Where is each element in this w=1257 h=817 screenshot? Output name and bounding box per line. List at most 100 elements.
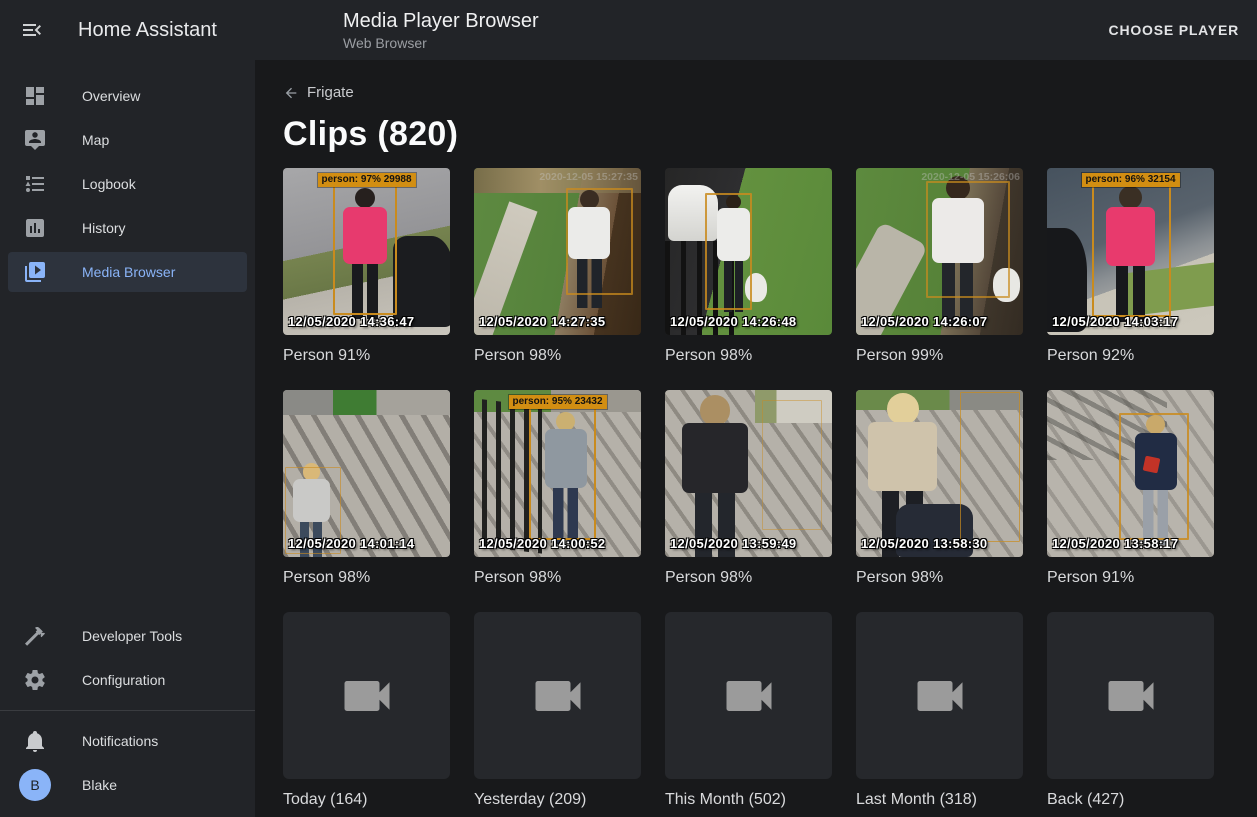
video-icon xyxy=(337,666,397,726)
video-icon xyxy=(1101,666,1161,726)
timestamp-overlay: 12/05/2020 14:27:35 xyxy=(479,314,605,329)
sidebar-item-label: Notifications xyxy=(82,733,158,749)
sidebar-item-label: Overview xyxy=(82,88,140,104)
clip-thumbnail: 12/05/2020 13:58:17 xyxy=(1047,390,1214,557)
clip-card[interactable]: 12/05/2020 13:59:49 Person 98% xyxy=(665,390,832,588)
avatar: B xyxy=(19,769,51,801)
choose-player-button[interactable]: CHOOSE PLAYER xyxy=(1091,12,1257,48)
folder-caption: Back (427) xyxy=(1047,791,1214,810)
clip-card[interactable]: person: 95% 23432 12/05/2020 14:00:52 Pe… xyxy=(474,390,641,588)
clips-grid: person: 97% 29988 12/05/2020 14:36:47 Pe… xyxy=(255,154,1257,810)
clip-caption: Person 91% xyxy=(1047,569,1214,588)
clip-card[interactable]: 12/05/2020 13:58:17 Person 91% xyxy=(1047,390,1214,588)
bell-icon xyxy=(23,729,47,753)
person-figure xyxy=(670,395,760,554)
clip-card[interactable]: 2020-12-05 15:27:35 12/05/2020 14:27:35 … xyxy=(474,168,641,366)
folder-caption: Today (164) xyxy=(283,791,450,810)
gear-icon xyxy=(23,668,47,692)
folder-thumbnail xyxy=(665,612,832,779)
sidebar-item-user-profile[interactable]: B Blake xyxy=(8,765,247,805)
sidebar-item-label: Configuration xyxy=(82,672,165,688)
folder-card-last-month[interactable]: Last Month (318) xyxy=(856,612,1023,810)
sidebar-item-notifications[interactable]: Notifications xyxy=(8,721,247,761)
detection-bbox xyxy=(529,407,596,541)
sidebar-item-label: History xyxy=(82,220,126,236)
clip-card[interactable]: person: 96% 32154 12/05/2020 14:03:17 Pe… xyxy=(1047,168,1214,366)
menu-open-icon xyxy=(20,18,44,42)
clip-card[interactable]: 12/05/2020 14:26:48 Person 98% xyxy=(665,168,832,366)
camera-osd-timestamp: 2020-12-05 15:26:06 xyxy=(921,171,1020,183)
clip-caption: Person 98% xyxy=(474,569,641,588)
folder-thumbnail xyxy=(283,612,450,779)
sidebar-item-history[interactable]: History xyxy=(8,208,247,248)
timestamp-overlay: 12/05/2020 13:59:49 xyxy=(670,536,796,551)
clip-caption: Person 99% xyxy=(856,347,1023,366)
clip-thumbnail: person: 96% 32154 12/05/2020 14:03:17 xyxy=(1047,168,1214,335)
timestamp-overlay: 12/05/2020 14:36:47 xyxy=(288,314,414,329)
clip-thumbnail: 12/05/2020 14:01:14 xyxy=(283,390,450,557)
folder-caption: Yesterday (209) xyxy=(474,791,641,810)
view-dashboard-icon xyxy=(23,84,47,108)
timestamp-overlay: 12/05/2020 14:00:52 xyxy=(479,536,605,551)
breadcrumb-back-frigate[interactable]: Frigate xyxy=(283,84,354,101)
clip-caption: Person 98% xyxy=(474,347,641,366)
timestamp-overlay: 12/05/2020 13:58:30 xyxy=(861,536,987,551)
list-bulleted-icon xyxy=(23,172,47,196)
page-title: Media Player Browser xyxy=(343,9,539,33)
clip-thumbnail: 2020-12-05 15:27:35 12/05/2020 14:27:35 xyxy=(474,168,641,335)
clip-card[interactable]: 12/05/2020 14:01:14 Person 98% xyxy=(283,390,450,588)
folder-card-today[interactable]: Today (164) xyxy=(283,612,450,810)
timestamp-overlay: 12/05/2020 14:03:17 xyxy=(1052,314,1178,329)
folder-thumbnail xyxy=(474,612,641,779)
sidebar-item-map[interactable]: Map xyxy=(8,120,247,160)
detection-bbox xyxy=(333,181,396,315)
media-browser-content: Frigate Clips (820) person: 97% 29988 12… xyxy=(255,60,1257,817)
content-header: Frigate Clips (820) xyxy=(255,60,1257,154)
chart-box-icon xyxy=(23,216,47,240)
clip-thumbnail: 12/05/2020 13:59:49 xyxy=(665,390,832,557)
folder-caption: Last Month (318) xyxy=(856,791,1023,810)
sidebar-item-media-browser[interactable]: Media Browser xyxy=(8,252,247,292)
detection-label: person: 96% 32154 xyxy=(1081,173,1179,187)
clip-caption: Person 98% xyxy=(665,347,832,366)
clip-caption: Person 91% xyxy=(283,347,450,366)
sidebar-item-label: Media Browser xyxy=(82,264,175,280)
sidebar-toggle-button[interactable] xyxy=(8,6,56,54)
clips-title: Clips (820) xyxy=(283,115,1257,154)
timestamp-overlay: 12/05/2020 14:26:48 xyxy=(670,314,796,329)
detection-bbox xyxy=(926,181,1010,298)
detection-bbox xyxy=(960,392,1020,542)
folder-card-yesterday[interactable]: Yesterday (209) xyxy=(474,612,641,810)
clip-thumbnail: 2020-12-05 15:26:06 12/05/2020 14:26:07 xyxy=(856,168,1023,335)
clip-caption: Person 98% xyxy=(283,569,450,588)
folder-caption: This Month (502) xyxy=(665,791,832,810)
clip-caption: Person 98% xyxy=(856,569,1023,588)
sidebar-item-logbook[interactable]: Logbook xyxy=(8,164,247,204)
clip-card[interactable]: 2020-12-05 15:26:06 12/05/2020 14:26:07 … xyxy=(856,168,1023,366)
app-title: Home Assistant xyxy=(78,19,217,42)
sidebar-item-label: Logbook xyxy=(82,176,136,192)
app-header-left: Home Assistant xyxy=(0,6,255,54)
camera-osd-timestamp: 2020-12-05 15:27:35 xyxy=(539,171,638,183)
clip-card[interactable]: person: 97% 29988 12/05/2020 14:36:47 Pe… xyxy=(283,168,450,366)
clip-thumbnail: 12/05/2020 14:26:48 xyxy=(665,168,832,335)
detection-bbox xyxy=(1119,413,1189,540)
arrow-left-icon xyxy=(283,85,299,101)
detection-label: person: 97% 29988 xyxy=(317,173,415,187)
sidebar: Overview Map Logbook History Media Brows… xyxy=(0,60,255,817)
video-icon xyxy=(910,666,970,726)
sidebar-item-developer-tools[interactable]: Developer Tools xyxy=(8,616,247,656)
detection-label: person: 95% 23432 xyxy=(508,395,606,409)
clip-thumbnail: 12/05/2020 13:58:30 xyxy=(856,390,1023,557)
sidebar-item-overview[interactable]: Overview xyxy=(8,76,247,116)
user-name: Blake xyxy=(82,777,117,793)
app-header: Home Assistant Media Player Browser Web … xyxy=(0,0,1257,60)
folder-card-back[interactable]: Back (427) xyxy=(1047,612,1214,810)
video-icon xyxy=(528,666,588,726)
page-subtitle: Web Browser xyxy=(343,35,539,51)
folder-card-this-month[interactable]: This Month (502) xyxy=(665,612,832,810)
clip-card[interactable]: 12/05/2020 13:58:30 Person 98% xyxy=(856,390,1023,588)
hammer-icon xyxy=(23,624,47,648)
tooltip-account-icon xyxy=(23,128,47,152)
sidebar-item-configuration[interactable]: Configuration xyxy=(8,660,247,700)
